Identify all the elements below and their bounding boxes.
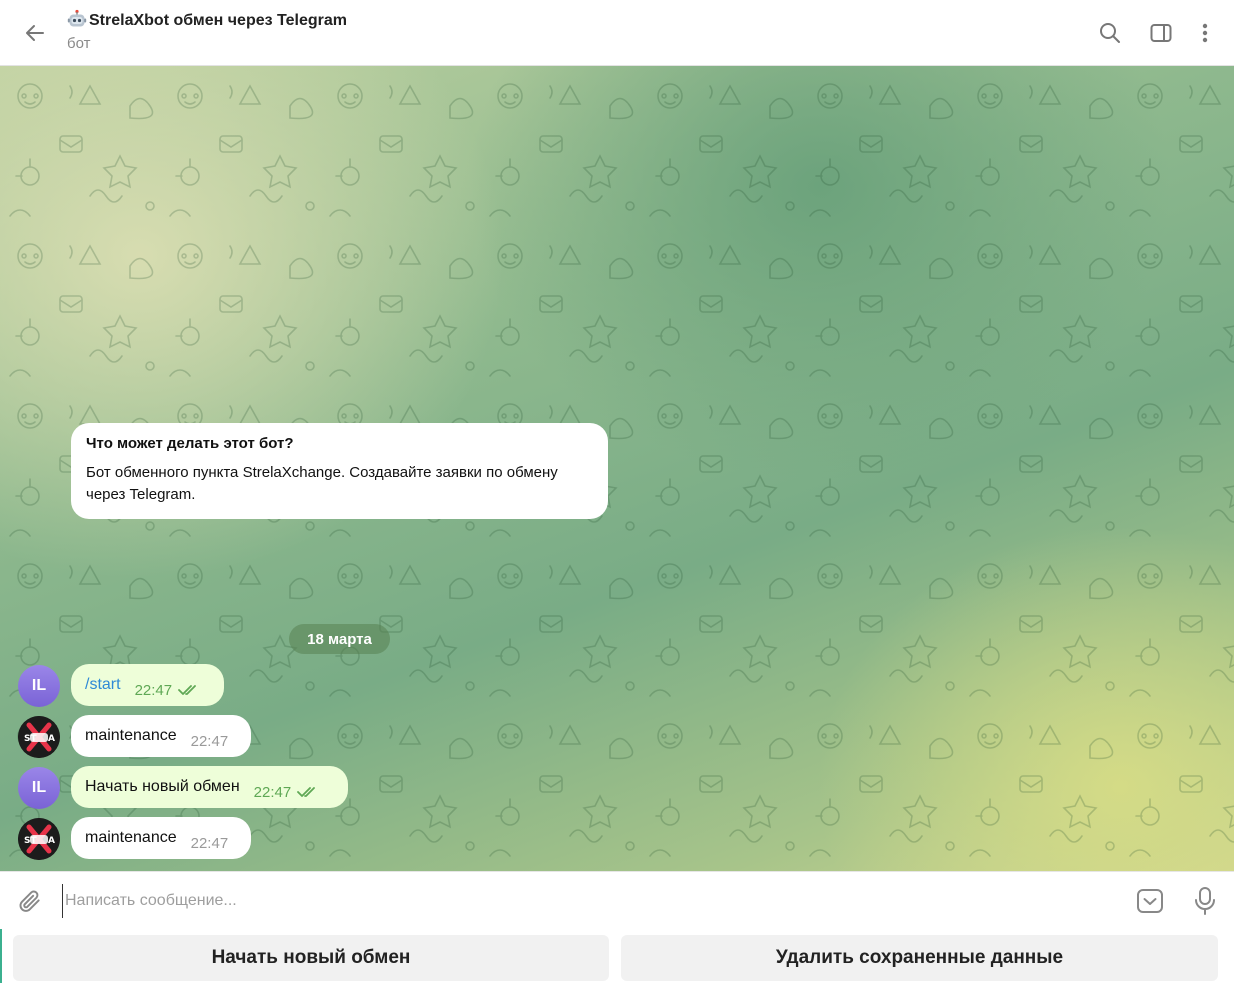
svg-text:ST: ST — [24, 734, 37, 744]
user-avatar-initials: IL — [31, 779, 47, 796]
back-button[interactable] — [18, 16, 52, 50]
message-time: 22:47 — [190, 732, 229, 750]
reply-keyboard: Начать новый обмен Удалить сохраненные д… — [0, 929, 1234, 983]
user-avatar[interactable]: IL — [18, 767, 60, 809]
bot-info-text: Бот обменного пункта StrelaXchange. Созд… — [86, 464, 558, 503]
bot-logo-icon: ST A — [18, 716, 60, 758]
message-composer — [0, 871, 1234, 929]
bot-avatar[interactable]: ST A — [18, 818, 60, 860]
bot-logo-icon: ST A — [18, 818, 60, 860]
window-edge-accent — [0, 929, 2, 983]
sidebar-toggle-button[interactable] — [1147, 19, 1175, 47]
search-button[interactable] — [1096, 19, 1124, 47]
message-bubble-outgoing[interactable]: Начать новый обмен 22:47 — [71, 766, 348, 808]
robot-icon — [67, 9, 87, 27]
message-input[interactable] — [62, 884, 1112, 918]
voice-message-button[interactable] — [1190, 884, 1220, 918]
search-icon — [1100, 23, 1120, 43]
svg-text:A: A — [48, 734, 55, 744]
message-bubble-outgoing[interactable]: /start 22:47 — [71, 664, 224, 706]
message-bubble-incoming[interactable]: maintenance 22:47 — [71, 715, 251, 757]
svg-text:ST: ST — [24, 836, 37, 846]
more-button[interactable] — [1191, 19, 1219, 47]
back-arrow-icon — [26, 25, 44, 41]
bot-avatar[interactable]: ST A — [18, 716, 60, 758]
read-check-icon — [297, 786, 319, 798]
read-check-icon — [178, 684, 200, 696]
user-avatar[interactable]: IL — [18, 665, 60, 707]
svg-text:A: A — [48, 836, 55, 846]
message-text: maintenance — [85, 727, 177, 744]
date-separator[interactable]: 18 марта — [289, 624, 390, 654]
paperclip-icon — [19, 890, 40, 912]
microphone-icon — [1195, 887, 1215, 915]
attach-button[interactable] — [14, 885, 46, 917]
more-vertical-icon — [1202, 23, 1208, 43]
message-bubble-incoming[interactable]: maintenance 22:47 — [71, 817, 251, 859]
user-avatar-initials: IL — [31, 677, 47, 694]
bot-info-card: Что может делать этот бот? Бот обменного… — [71, 423, 608, 519]
chat-title[interactable]: StrelaXbot обмен через Telegram — [67, 9, 347, 30]
sidebar-toggle-icon — [1150, 24, 1172, 42]
message-time: 22:47 — [190, 834, 229, 852]
message-command-link[interactable]: /start — [85, 676, 121, 694]
chat-area[interactable]: Что может делать этот бот? Бот обменного… — [0, 66, 1234, 871]
message-text: maintenance — [85, 829, 177, 846]
reply-keyboard-button-delete-data[interactable]: Удалить сохраненные данные — [621, 935, 1218, 981]
chat-title-text: StrelaXbot обмен через Telegram — [89, 12, 347, 29]
chat-subtitle: бот — [67, 35, 91, 52]
reply-keyboard-button-new-exchange[interactable]: Начать новый обмен — [13, 935, 609, 981]
message-time: 22:47 — [134, 681, 173, 699]
bot-info-title: Что может делать этот бот? — [86, 435, 294, 452]
keyboard-toggle-icon — [1137, 889, 1163, 913]
message-time: 22:47 — [253, 783, 292, 801]
bot-keyboard-toggle[interactable] — [1135, 886, 1165, 916]
message-text: Начать новый обмен — [85, 778, 240, 795]
chat-header: StrelaXbot обмен через Telegram бот — [0, 0, 1234, 66]
